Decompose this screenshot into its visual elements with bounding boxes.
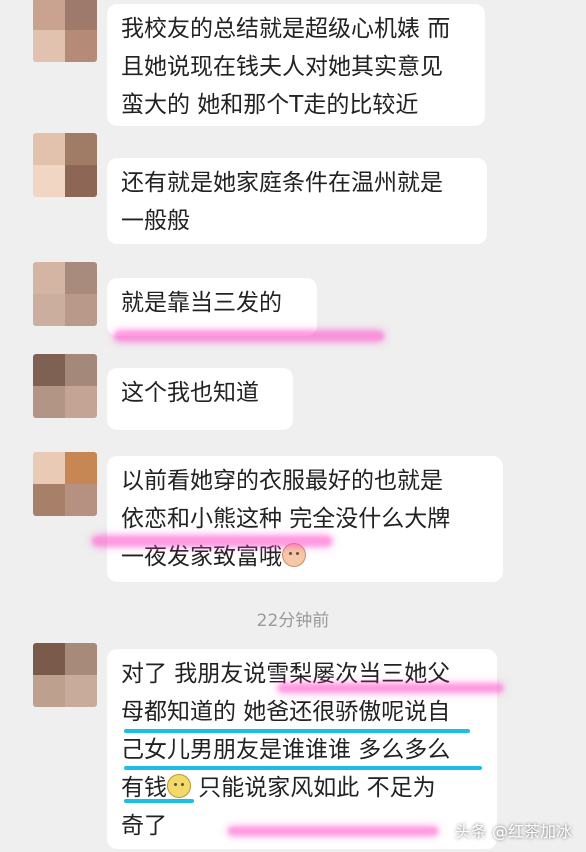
cyan-underline-mark [124, 729, 470, 733]
message-text: 且她说现在钱夫人对她其实意见 [121, 54, 443, 80]
watermark: 头条 @红茶加冰 [454, 822, 572, 841]
message-bubble[interactable]: 就是靠当三发的 [107, 278, 317, 336]
chat-thread: 我校友的总结就是超级心机婊 而 且她说现在钱夫人对她其实意见 蛮大的 她和那个T… [0, 0, 586, 852]
message-text: 一夜发家致富哦 [121, 544, 282, 570]
message-bubble[interactable]: 这个我也知道 [107, 368, 293, 430]
message-bubble[interactable]: 以前看她穿的衣服最好的也就是 依恋和小熊这种 完全没什么大牌 一夜发家致富哦 [107, 456, 503, 582]
avatar[interactable] [33, 354, 97, 418]
message-text: 一般般 [121, 208, 190, 234]
message-text: 母都知道的 她爸还很骄傲呢说自 [121, 699, 451, 725]
avatar[interactable] [33, 643, 97, 707]
message-text: 蛮大的 她和那个T走的比较近 [121, 92, 419, 118]
cyan-underline-mark [124, 799, 194, 803]
message-text: 有钱 [121, 775, 167, 801]
message-text: 奇了 [121, 813, 167, 839]
message-text: 以前看她穿的衣服最好的也就是 [121, 468, 443, 494]
message-text: 还有就是她家庭条件在温州就是 [121, 170, 443, 196]
message-timestamp: 22分钟前 [256, 611, 330, 631]
message-text: 这个我也知道 [121, 380, 259, 406]
message-bubble[interactable]: 对了 我朋友说雪梨屡次当三她父 母都知道的 她爸还很骄傲呢说自 己女儿男朋友是谁… [107, 649, 497, 849]
avatar[interactable] [33, 262, 97, 326]
message-text: 就是靠当三发的 [121, 290, 282, 316]
pink-highlight-mark [114, 331, 384, 341]
message-text: 我校友的总结就是超级心机婊 而 [121, 16, 451, 42]
smile-face-emoji-icon [282, 543, 306, 567]
message-text: 只能说家风如此 不足为 [191, 775, 436, 801]
avatar[interactable] [33, 0, 97, 62]
pink-highlight-mark [228, 827, 438, 835]
message-bubble[interactable]: 还有就是她家庭条件在温州就是 一般般 [107, 158, 487, 244]
message-text: 己女儿男朋友是谁谁谁 多么多么 [121, 737, 451, 763]
grin-face-emoji-icon [167, 774, 191, 798]
avatar[interactable] [33, 133, 97, 197]
message-text: 依恋和小熊这种 完全没什么大牌 [121, 506, 451, 532]
pink-highlight-mark [278, 684, 503, 692]
avatar[interactable] [33, 452, 97, 516]
pink-highlight-mark [92, 536, 332, 546]
message-bubble[interactable]: 我校友的总结就是超级心机婊 而 且她说现在钱夫人对她其实意见 蛮大的 她和那个T… [107, 4, 485, 126]
cyan-underline-mark [124, 766, 482, 770]
